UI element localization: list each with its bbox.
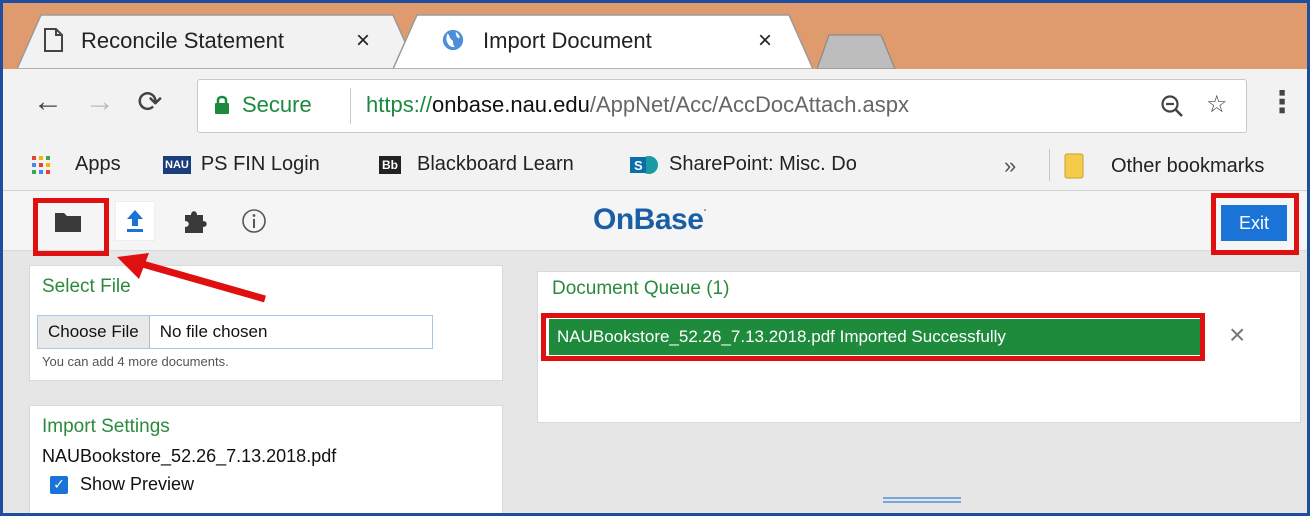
- puzzle-icon[interactable]: [181, 207, 211, 235]
- app-toolbar: OnBase· Exit: [3, 191, 1307, 251]
- tab-close-icon[interactable]: ×: [351, 27, 375, 55]
- star-icon[interactable]: ☆: [1206, 90, 1228, 119]
- bookmark-label: Other bookmarks: [1111, 154, 1265, 177]
- bookmark-blackboard-learn[interactable]: Bb Blackboard Learn: [379, 153, 574, 176]
- bookmarks-bar: Apps NAU PS FIN Login Bb Blackboard Lear…: [3, 139, 1307, 191]
- reload-icon[interactable]: ⟳: [133, 85, 167, 120]
- secure-label: Secure: [242, 92, 312, 117]
- import-settings-panel: Import Settings NAUBookstore_52.26_7.13.…: [29, 405, 503, 513]
- annotation-arrow: [117, 253, 266, 303]
- apps-grid-icon: [32, 155, 50, 174]
- forward-arrow-icon[interactable]: →: [83, 85, 117, 119]
- browser-toolbar: ← → ⟳ Secure https://onbase.nau.edu/AppN…: [3, 69, 1307, 139]
- upload-icon[interactable]: [115, 201, 155, 241]
- logo-text: OnBase: [593, 203, 704, 236]
- exit-button[interactable]: Exit: [1221, 205, 1287, 241]
- new-tab-button[interactable]: [817, 33, 897, 69]
- folder-icon[interactable]: [53, 207, 83, 235]
- resize-handle[interactable]: [883, 497, 961, 503]
- checkbox-checked-icon[interactable]: ✓: [50, 475, 68, 494]
- tab-close-icon[interactable]: ×: [753, 27, 777, 55]
- omnibox-divider: [350, 88, 351, 124]
- document-queue-title: Document Queue (1): [552, 278, 730, 299]
- file-input[interactable]: Choose File No file chosen: [37, 315, 433, 349]
- lock-icon: [215, 95, 229, 114]
- import-settings-title: Import Settings: [42, 416, 170, 437]
- tab-strip: Reconcile Statement × Import Document ×: [3, 3, 1307, 69]
- bookmark-ps-fin-login[interactable]: NAU PS FIN Login: [163, 153, 320, 176]
- onbase-logo: OnBase·: [593, 203, 707, 237]
- back-arrow-icon[interactable]: ←: [31, 85, 65, 119]
- secure-indicator[interactable]: Secure: [214, 92, 312, 118]
- url-text[interactable]: https://onbase.nau.edu/AppNet/Acc/AccDoc…: [366, 92, 909, 118]
- bookmark-sharepoint[interactable]: S SharePoint: Misc. Do: [629, 153, 857, 176]
- address-bar[interactable]: Secure https://onbase.nau.edu/AppNet/Acc…: [197, 79, 1247, 133]
- queue-item-imported[interactable]: NAUBookstore_52.26_7.13.2018.pdf Importe…: [549, 319, 1201, 355]
- remove-item-icon[interactable]: ×: [1229, 319, 1245, 351]
- onbase-app: OnBase· Exit Select File You can add 4 m…: [3, 191, 1307, 513]
- bookmark-label: Blackboard Learn: [417, 153, 574, 175]
- svg-text:S: S: [634, 158, 643, 173]
- bookmark-label: PS FIN Login: [200, 153, 320, 175]
- logo-mark: ·: [703, 203, 707, 217]
- choose-file-button[interactable]: Choose File: [38, 316, 150, 348]
- nau-logo-icon: NAU: [163, 155, 191, 174]
- bookmarks-divider: [1049, 149, 1050, 181]
- tab-label: Import Document: [483, 28, 652, 53]
- url-protocol: https://: [366, 92, 433, 117]
- info-icon[interactable]: [239, 207, 269, 235]
- folder-icon: [1064, 153, 1084, 179]
- bookmark-label: SharePoint: Misc. Do: [669, 153, 857, 175]
- url-path: /AppNet/Acc/AccDocAttach.aspx: [589, 92, 910, 117]
- bookmark-apps[interactable]: Apps: [31, 153, 121, 176]
- tab-reconcile-statement[interactable]: Reconcile Statement ×: [17, 13, 417, 69]
- bookmark-label: Apps: [75, 153, 121, 175]
- zoom-icon[interactable]: [1160, 94, 1186, 120]
- sharepoint-icon: S: [630, 155, 658, 174]
- bookmarks-overflow-icon[interactable]: »: [1004, 153, 1016, 179]
- file-chosen-status: No file chosen: [159, 322, 268, 341]
- url-host: onbase.nau.edu: [432, 92, 590, 117]
- import-filename: NAUBookstore_52.26_7.13.2018.pdf: [42, 446, 337, 466]
- screenshot-frame: Reconcile Statement × Import Document × …: [0, 0, 1310, 516]
- menu-icon[interactable]: ⋮: [1265, 85, 1299, 120]
- bookmark-other-bookmarks[interactable]: Other bookmarks: [1063, 153, 1264, 179]
- tab-import-document[interactable]: Import Document ×: [393, 13, 813, 69]
- blackboard-logo-icon: Bb: [379, 155, 401, 174]
- documents-remaining-note: You can add 4 more documents.: [42, 354, 229, 369]
- show-preview-option[interactable]: ✓ Show Preview: [50, 474, 194, 495]
- show-preview-label: Show Preview: [80, 474, 195, 494]
